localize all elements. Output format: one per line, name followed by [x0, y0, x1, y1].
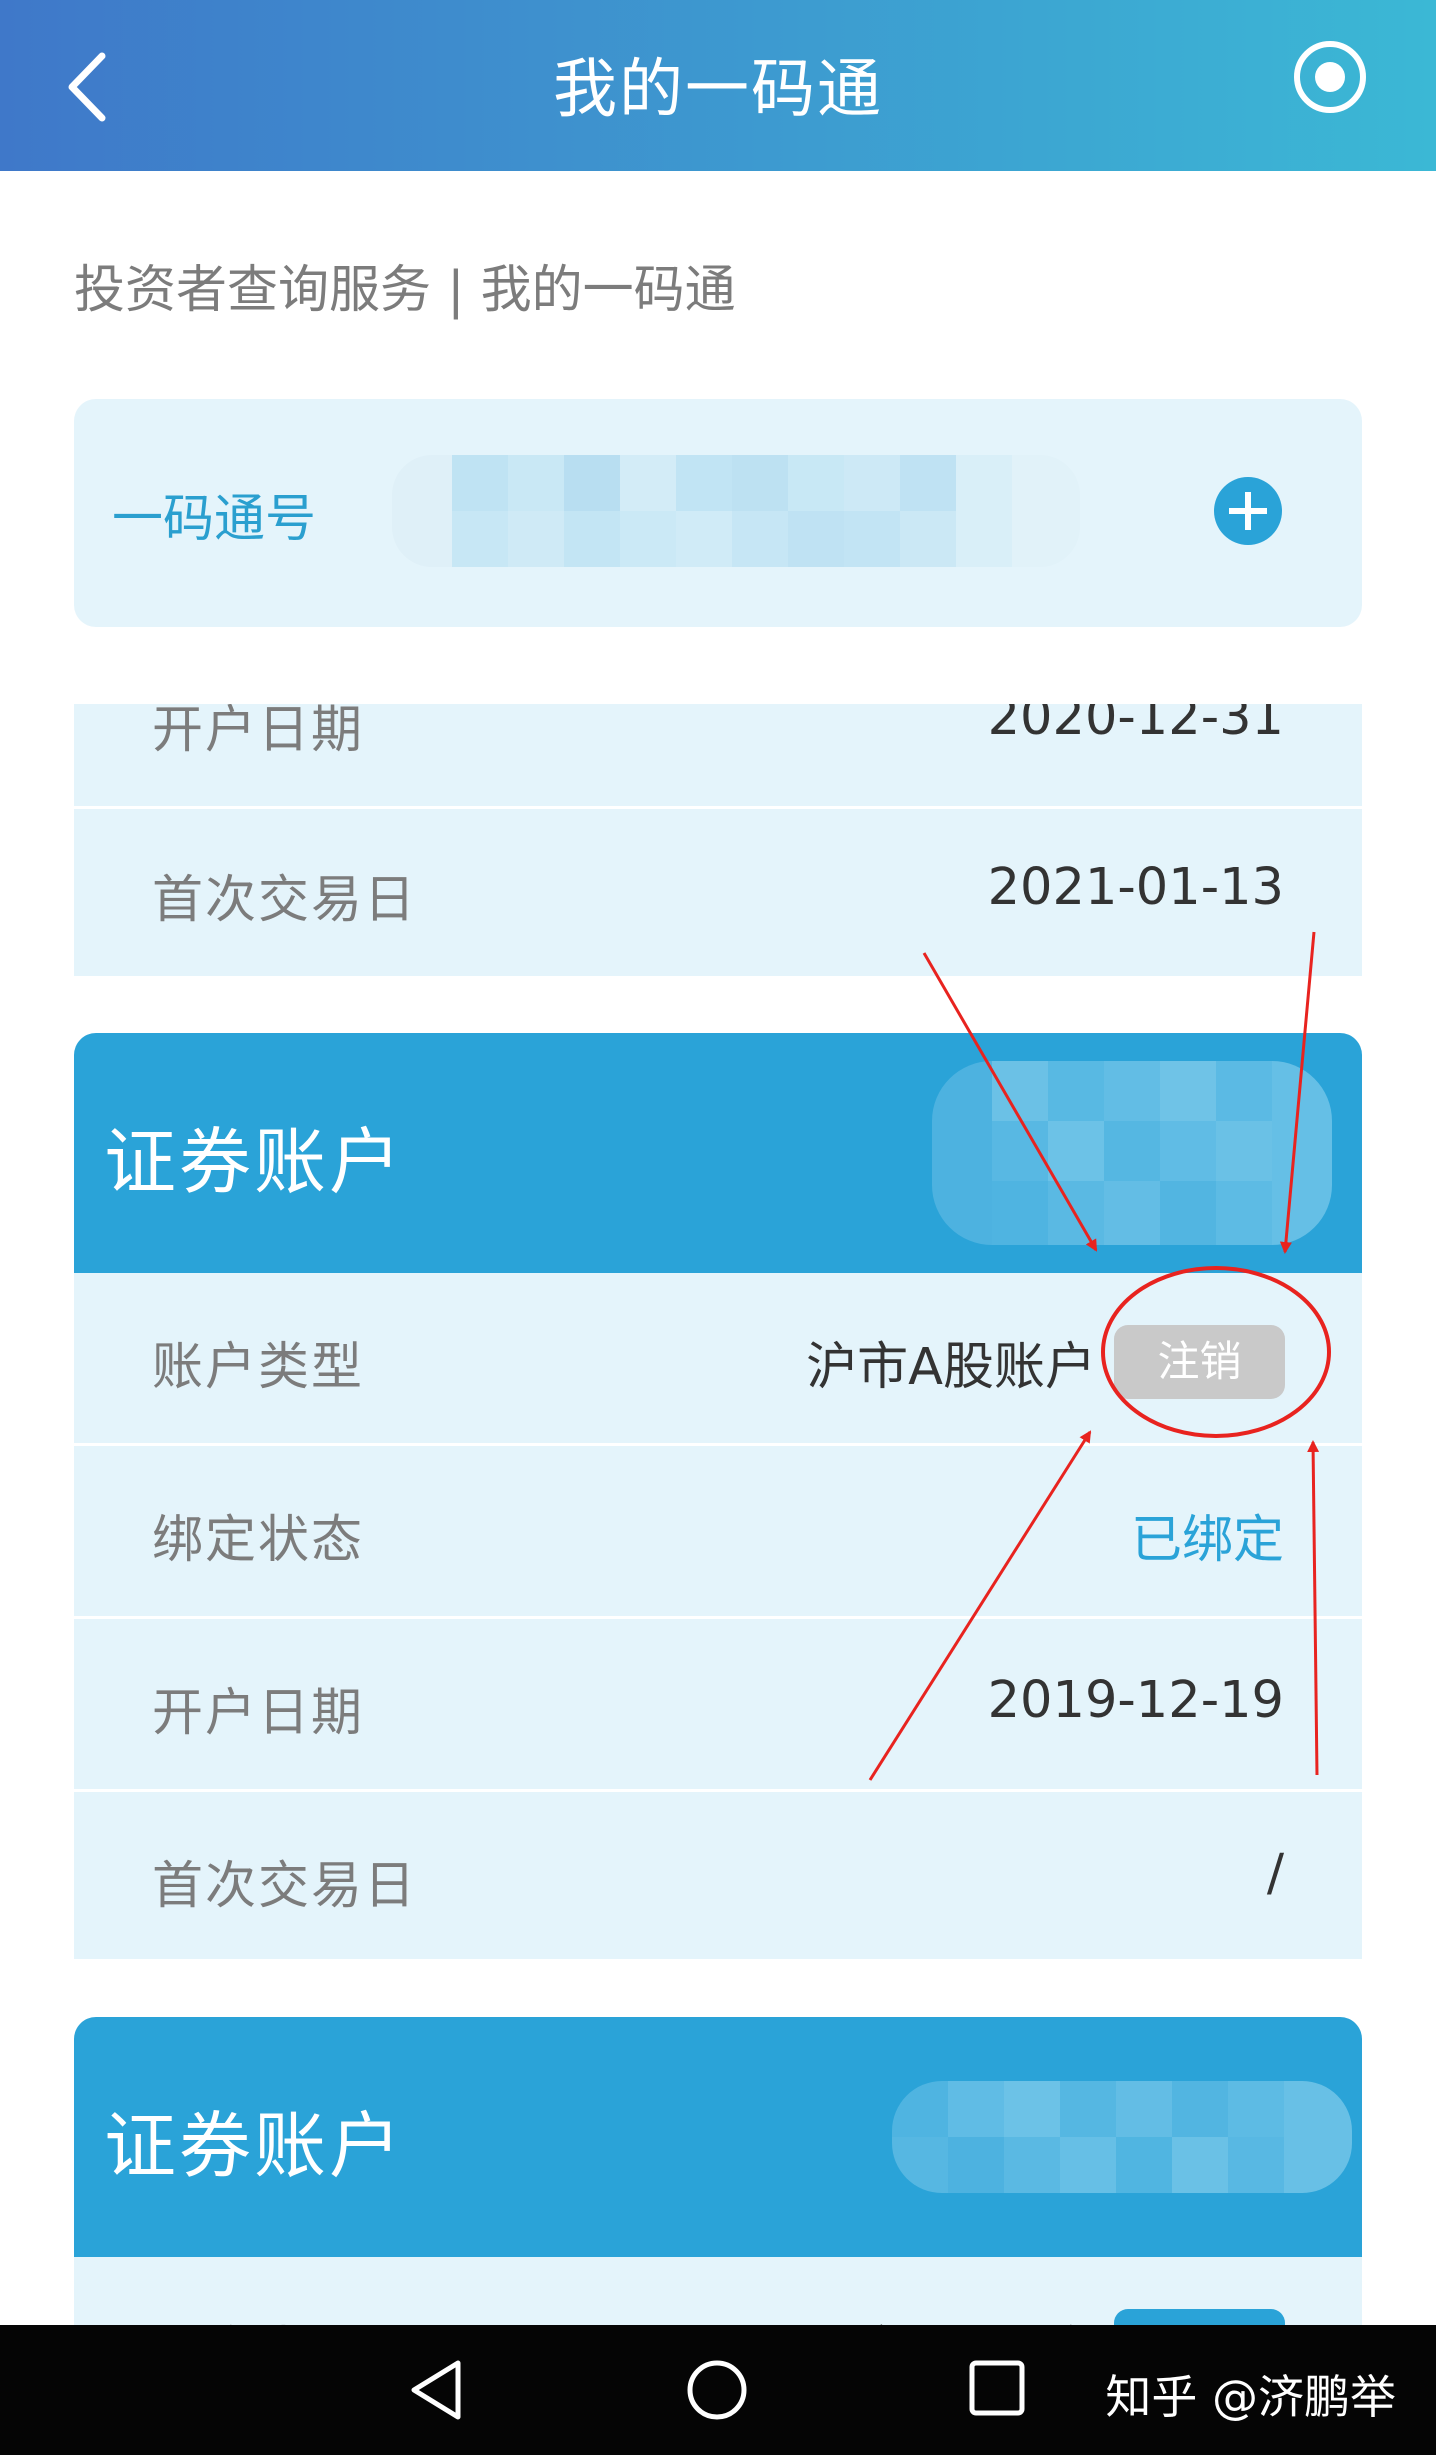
annotation-arrows — [868, 931, 1331, 1781]
system-nav-bar: 知乎 @济鹏举 — [0, 2325, 1436, 2455]
watermark: 知乎 @济鹏举 — [1105, 2370, 1396, 2424]
home-circle-icon[interactable] — [686, 2359, 748, 2421]
back-triangle-icon[interactable] — [408, 2359, 464, 2421]
recents-square-icon[interactable] — [968, 2359, 1026, 2417]
